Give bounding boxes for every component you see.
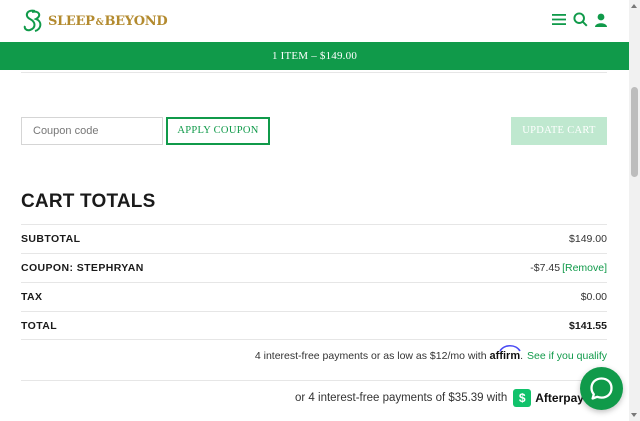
- affirm-logo: affirm: [490, 344, 521, 362]
- affirm-arc-icon: [498, 344, 521, 352]
- update-cart-button[interactable]: UPDATE CART: [511, 117, 607, 145]
- total-value: $141.55: [569, 319, 607, 332]
- brand-name: SLEEP&BEYOND: [48, 13, 168, 29]
- afterpay-promo: or 4 interest-free payments of $35.39 wi…: [295, 389, 584, 407]
- afterpay-logo: Afterpay: [535, 391, 584, 405]
- coupon-label: COUPON: STEPHRYAN: [21, 262, 144, 274]
- affirm-text: 4 interest-free payments or as low as $1…: [254, 350, 487, 362]
- affirm-promo: 4 interest-free payments or as low as $1…: [254, 344, 607, 362]
- menu-icon[interactable]: [552, 13, 566, 26]
- tax-row: TAX $0.00: [21, 282, 607, 311]
- coupon-discount-value: -$7.45: [530, 262, 561, 274]
- coupon-row: COUPON: STEPHRYAN -$7.45 [Remove]: [21, 253, 607, 282]
- subtotal-value: $149.00: [569, 233, 607, 245]
- total-label: TOTAL: [21, 319, 58, 332]
- logo-monogram-icon: [23, 9, 42, 32]
- tax-label: TAX: [21, 291, 43, 303]
- scroll-up-arrow-icon[interactable]: [631, 4, 637, 8]
- header-icons: [552, 12, 607, 27]
- afterpay-badge-icon: $: [513, 389, 532, 407]
- search-icon[interactable]: [573, 12, 588, 27]
- subtotal-label: SUBTOTAL: [21, 233, 81, 245]
- site-header: SLEEP&BEYOND: [0, 0, 629, 42]
- affirm-qualify-link[interactable]: See if you qualify: [527, 350, 607, 362]
- cart-totals-table: SUBTOTAL $149.00 COUPON: STEPHRYAN -$7.4…: [21, 224, 607, 340]
- remove-coupon-link[interactable]: [Remove]: [562, 262, 607, 274]
- divider: [21, 72, 607, 73]
- chat-bubble-icon: [590, 377, 613, 400]
- cart-totals-heading: CART TOTALS: [21, 191, 156, 212]
- tax-value: $0.00: [580, 291, 607, 303]
- scrollbar-thumb[interactable]: [631, 87, 638, 177]
- chat-button[interactable]: [580, 367, 623, 410]
- scroll-down-arrow-icon[interactable]: [631, 413, 637, 417]
- cart-summary-bar[interactable]: 1 ITEM – $149.00: [0, 42, 629, 70]
- afterpay-text: or 4 interest-free payments of $35.39 wi…: [295, 392, 508, 404]
- divider: [21, 380, 607, 381]
- coupon-value-group: -$7.45 [Remove]: [530, 262, 607, 274]
- total-row: TOTAL $141.55: [21, 311, 607, 340]
- coupon-code-input[interactable]: Coupon code: [21, 117, 163, 145]
- apply-coupon-button[interactable]: APPLY COUPON: [166, 117, 270, 145]
- page-scrollbar[interactable]: [629, 0, 640, 421]
- subtotal-row: SUBTOTAL $149.00: [21, 224, 607, 253]
- brand-logo[interactable]: SLEEP&BEYOND: [21, 8, 168, 34]
- account-icon[interactable]: [595, 13, 607, 27]
